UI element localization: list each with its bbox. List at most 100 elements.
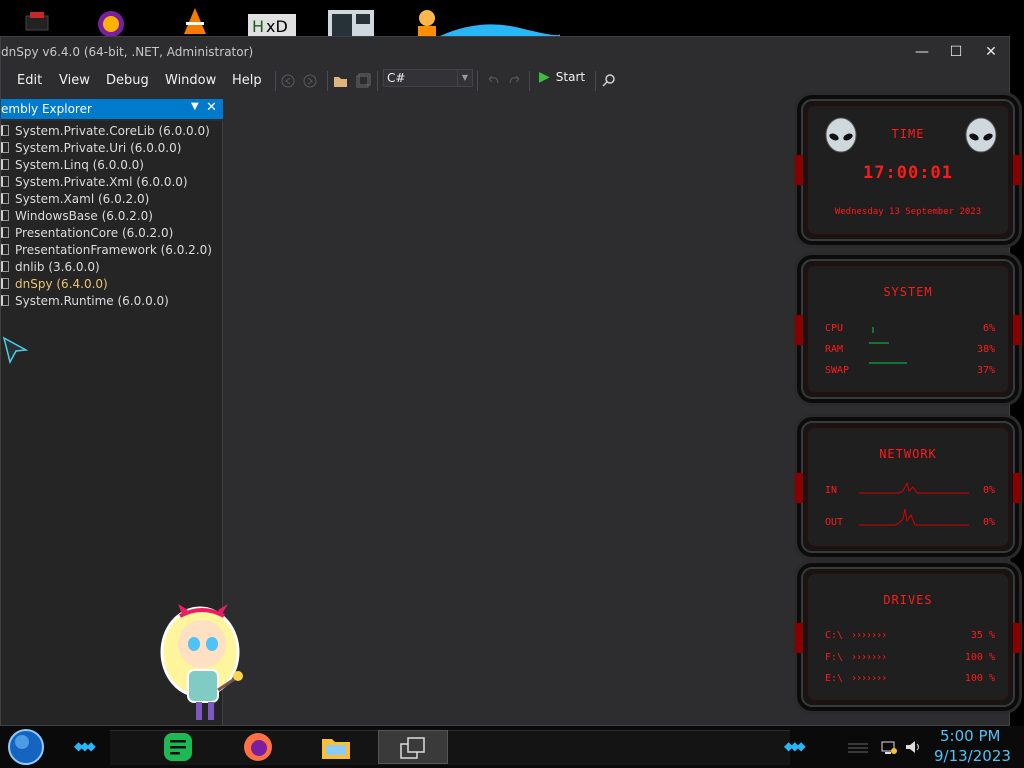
assembly-name: dnlib (3.6.0.0) <box>15 260 100 274</box>
mouse-cursor-icon <box>2 336 28 364</box>
title-bar[interactable]: dnSpy v6.4.0 (64-bit, .NET, Administrato… <box>1 37 1009 67</box>
ram-label: RAM <box>825 344 844 355</box>
assembly-name: WindowsBase (6.0.2.0) <box>15 209 153 223</box>
firefox-dev-icon[interactable] <box>96 6 126 37</box>
gadget-red-trim <box>795 473 803 503</box>
menu-help[interactable]: Help <box>232 73 262 88</box>
search-icon[interactable] <box>601 71 617 91</box>
assembly-item[interactable]: dnSpy (6.4.0.0) <box>1 277 108 294</box>
toolbar-separator <box>529 71 530 91</box>
start-debug-button[interactable]: ▶ Start <box>539 69 585 85</box>
desktop-wave-decoration <box>440 24 560 36</box>
assembly-icon <box>1 142 9 153</box>
time-gadget-date: Wednesday 13 September 2023 <box>834 207 982 217</box>
assembly-name: System.Xaml (6.0.2.0) <box>15 192 150 206</box>
system-usage-graph <box>869 327 907 364</box>
assembly-item[interactable]: System.Private.Uri (6.0.0.0) <box>1 141 181 158</box>
task-view-button[interactable] <box>378 730 448 764</box>
gadget-red-trim <box>795 623 803 653</box>
drive-e-value: 100 % <box>964 673 995 684</box>
maximize-button[interactable]: ☐ <box>941 41 971 63</box>
network-out-label: OUT <box>825 517 844 528</box>
drives-gadget: DRIVES C:\ ››››››› 35 % F:\ ››››››› 100 … <box>794 560 1022 714</box>
drive-f-meter: ››››››› <box>851 652 887 663</box>
assembly-item[interactable]: PresentationFramework (6.0.2.0) <box>1 243 212 260</box>
drive-c-label: C:\ <box>825 630 844 641</box>
taskbar-clock-time[interactable]: 5:00 PM <box>940 727 1000 745</box>
cpu-label: CPU <box>825 323 844 334</box>
network-out-value: 0% <box>982 517 995 528</box>
language-select[interactable]: C# ▼ <box>383 69 473 87</box>
redo-icon[interactable] <box>507 71 523 91</box>
terminal-app-icon[interactable] <box>328 6 374 36</box>
network-in-label: IN <box>825 485 838 496</box>
network-status-icon[interactable] <box>880 738 898 756</box>
save-all-icon[interactable] <box>355 71 371 91</box>
file-explorer-icon[interactable] <box>320 731 352 763</box>
gadget-red-trim <box>795 315 803 345</box>
network-in-value: 0% <box>982 485 995 496</box>
menu-edit[interactable]: Edit <box>17 73 42 88</box>
undo-icon[interactable] <box>485 71 501 91</box>
assembly-item[interactable]: System.Private.Xml (6.0.0.0) <box>1 175 188 192</box>
assembly-name: System.Runtime (6.0.0.0) <box>15 294 169 308</box>
user-avatar-icon[interactable] <box>412 6 442 36</box>
back-arrow-icon[interactable] <box>281 71 295 91</box>
svg-text:xD: xD <box>266 17 288 36</box>
toolbar-separator <box>327 71 328 91</box>
vlc-icon[interactable] <box>180 6 210 36</box>
assembly-icon <box>1 244 9 255</box>
assembly-item[interactable]: System.Xaml (6.0.2.0) <box>1 192 149 209</box>
drives-gadget-title: DRIVES <box>883 593 933 607</box>
assembly-icon <box>1 278 9 289</box>
taskbar-clock-date[interactable]: 9/13/2023 <box>934 747 1011 765</box>
gadget-red-trim <box>1013 473 1021 503</box>
firefox-icon[interactable] <box>242 731 274 763</box>
assembly-item[interactable]: WindowsBase (6.0.2.0) <box>1 209 153 226</box>
open-folder-icon[interactable] <box>333 71 349 91</box>
spotify-icon[interactable] <box>162 731 194 763</box>
menu-bar: Edit View Debug Window Help <box>1 67 1009 95</box>
start-orb-button[interactable] <box>6 728 46 766</box>
show-hidden-icons[interactable] <box>846 740 870 756</box>
hat-app-icon[interactable] <box>22 6 52 36</box>
close-panel-icon[interactable]: ✕ <box>206 100 217 115</box>
language-value: C# <box>387 71 406 85</box>
taskbar: ◆◆◆ ◆◆◆ 5:00 PM 9/13/2023 <box>0 726 1024 768</box>
drive-e-meter: ››››››› <box>851 673 887 684</box>
chevron-down-icon[interactable]: ▼ <box>457 70 472 86</box>
drive-f-row: F:\ ››››››› 100 % <box>825 652 995 666</box>
assembly-item[interactable]: PresentationCore (6.0.2.0) <box>1 226 173 243</box>
drive-c-value: 35 % <box>970 630 995 641</box>
menu-window[interactable]: Window <box>165 73 216 88</box>
volume-icon[interactable] <box>904 738 922 756</box>
close-button[interactable]: ✕ <box>976 41 1006 63</box>
chevron-down-icon[interactable]: ▼ <box>191 101 199 112</box>
window-title: dnSpy v6.4.0 (64-bit, .NET, Administrato… <box>1 45 254 59</box>
assembly-name: System.Private.CoreLib (6.0.0.0) <box>15 124 210 138</box>
play-icon: ▶ <box>539 69 550 85</box>
menu-view[interactable]: View <box>59 73 90 88</box>
assembly-name: PresentationFramework (6.0.2.0) <box>15 243 212 257</box>
assembly-explorer-header[interactable]: embly Explorer ▼ ✕ <box>1 99 223 119</box>
assembly-item[interactable]: dnlib (3.6.0.0) <box>1 260 100 277</box>
drive-f-label: F:\ <box>825 652 844 663</box>
taskbar-chevron-decoration: ◆◆◆ <box>784 739 806 753</box>
assembly-item[interactable]: System.Linq (6.0.0.0) <box>1 158 144 175</box>
taskbar-strip <box>110 730 790 765</box>
swap-value: 37% <box>976 365 995 376</box>
drive-c-meter: ››››››› <box>851 630 887 641</box>
network-gadget-title: NETWORK <box>879 447 937 461</box>
gadget-red-trim <box>1013 623 1021 653</box>
assembly-item[interactable]: System.Runtime (6.0.0.0) <box>1 294 169 311</box>
assembly-icon <box>1 227 9 238</box>
forward-arrow-icon[interactable] <box>303 71 317 91</box>
cartoon-character-sticker <box>160 604 243 720</box>
assembly-item[interactable]: System.Private.CoreLib (6.0.0.0) <box>1 124 210 141</box>
hxd-icon[interactable]: HxD <box>248 6 296 36</box>
assembly-name: PresentationCore (6.0.2.0) <box>15 226 174 240</box>
minimize-button[interactable]: — <box>907 41 937 63</box>
gadget-red-trim <box>1013 315 1021 345</box>
time-gadget-clock: 17:00:01 <box>863 163 953 183</box>
menu-debug[interactable]: Debug <box>106 73 149 88</box>
